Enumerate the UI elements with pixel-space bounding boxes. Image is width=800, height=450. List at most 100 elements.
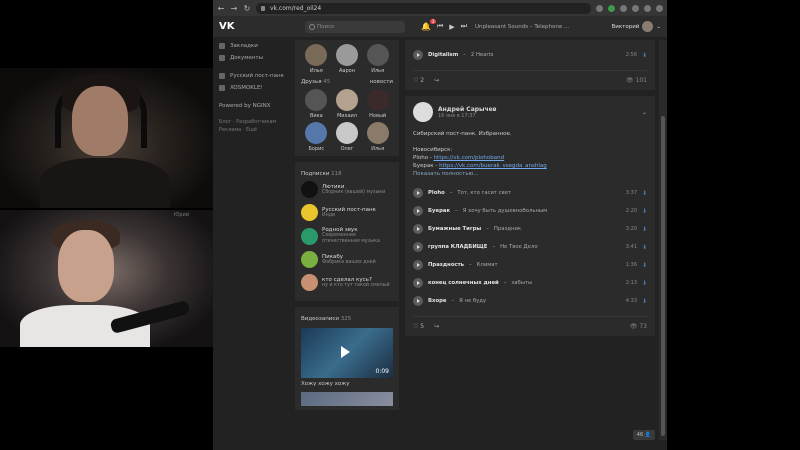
friend-name: Илья bbox=[309, 68, 323, 74]
share-icon[interactable]: ↪ bbox=[434, 77, 439, 84]
extension-icon[interactable] bbox=[620, 4, 627, 12]
post-actions: ♡ 5 ↪ 👁 73 bbox=[413, 316, 647, 330]
post-author[interactable]: Андрей Сарычев bbox=[438, 106, 496, 113]
play-icon[interactable] bbox=[413, 296, 423, 306]
scrollbar-thumb[interactable] bbox=[661, 116, 665, 436]
friend-item[interactable]: Илья bbox=[301, 44, 332, 74]
play-icon[interactable] bbox=[413, 206, 423, 216]
audio-track[interactable]: Ploho – Тот, кто гасит свет 3:37 ⬇ bbox=[413, 184, 647, 202]
download-icon[interactable]: ⬇ bbox=[642, 226, 647, 233]
play-icon[interactable] bbox=[413, 278, 423, 288]
download-icon[interactable]: ⬇ bbox=[642, 190, 647, 197]
user-name: Викторий bbox=[611, 23, 640, 30]
download-icon[interactable]: ⬇ bbox=[642, 280, 647, 287]
chevron-down-icon[interactable]: ⌄ bbox=[642, 109, 647, 116]
friends-section-header[interactable]: Друзья 45 новости bbox=[301, 79, 393, 85]
friend-item[interactable]: Борис bbox=[301, 122, 332, 152]
chevron-down-icon: ⌄ bbox=[656, 23, 661, 30]
wall-post: Андрей Сарычев 16 янв в 17:37 ⌄ Сибирский … bbox=[405, 96, 655, 336]
reload-icon[interactable]: ↻ bbox=[243, 4, 251, 13]
audio-track[interactable]: Digitalism –2 Hearts 2:56 ⬇ bbox=[413, 46, 647, 64]
wall-feed: Digitalism –2 Hearts 2:56 ⬇ ♡ 2 ↪ 👁 101 Андре… bbox=[405, 40, 655, 342]
videos-card: Видеозаписи 325 0:09 Хожу хожу хожу bbox=[295, 307, 399, 410]
audio-track[interactable]: Вхоре – Я не буду 4:33 ⬇ bbox=[413, 292, 647, 310]
video-caption[interactable]: Хожу хожу хожу bbox=[301, 381, 393, 387]
extension-icon[interactable] bbox=[608, 4, 615, 12]
subscription-desc: Сборник (вашей) музыки bbox=[322, 189, 386, 195]
bookmark-star-icon[interactable] bbox=[596, 4, 603, 12]
play-icon[interactable] bbox=[413, 242, 423, 252]
url-input[interactable]: vk.com/red_oil24 bbox=[256, 2, 591, 14]
post-text: Сибирский пост-панк. Избранное. Новосиби… bbox=[413, 130, 647, 178]
download-icon[interactable]: ⬇ bbox=[642, 298, 647, 305]
subscriptions-header[interactable]: Подписки 118 bbox=[301, 171, 393, 177]
show-more-link[interactable]: Показать полностью... bbox=[413, 170, 647, 178]
friend-item[interactable]: Вика bbox=[301, 89, 332, 119]
video-thumbnail[interactable]: 0:09 bbox=[301, 328, 393, 378]
extension-icon[interactable] bbox=[632, 4, 639, 12]
nav-documents[interactable]: Документы bbox=[219, 52, 299, 64]
download-icon[interactable]: ⬇ bbox=[642, 262, 647, 269]
nav-group-xosmokle[interactable]: XOSMOKLE! bbox=[219, 82, 299, 94]
download-icon[interactable]: ⬇ bbox=[642, 244, 647, 251]
audio-track[interactable]: Праздность – Климат 1:36 ⬇ bbox=[413, 256, 647, 274]
download-icon[interactable]: ⬇ bbox=[642, 52, 647, 59]
post-actions: ♡ 2 ↪ 👁 101 bbox=[413, 70, 647, 84]
like-button[interactable]: ♡ 5 bbox=[413, 323, 424, 330]
like-button[interactable]: ♡ 2 bbox=[413, 77, 424, 84]
subscription-item[interactable]: Пикабу Фабрика ваших дней bbox=[301, 251, 393, 268]
forward-icon[interactable]: → bbox=[230, 4, 238, 13]
next-track-icon[interactable]: ⏭ bbox=[461, 22, 467, 31]
play-icon[interactable] bbox=[413, 224, 423, 234]
user-menu[interactable]: Викторий ⌄ bbox=[611, 21, 661, 32]
left-nav: Закладки Документы Русский пост-панк XOS… bbox=[219, 40, 299, 134]
subscriptions-card: Подписки 118 Лютики Сборник (вашей) музык… bbox=[295, 162, 399, 301]
audio-track[interactable]: конец солнечных дней – забыты 2:13 ⬇ bbox=[413, 274, 647, 292]
friend-item[interactable]: Михаил bbox=[332, 89, 363, 119]
play-icon[interactable] bbox=[413, 188, 423, 198]
video-thumbnail[interactable] bbox=[301, 392, 393, 406]
subscription-item[interactable]: Русский пост-панк Инди bbox=[301, 204, 393, 221]
subscription-item[interactable]: Лютики Сборник (вашей) музыки bbox=[301, 181, 393, 198]
avatar bbox=[301, 204, 318, 221]
back-icon[interactable]: ← bbox=[217, 4, 225, 13]
extension-icon[interactable] bbox=[644, 4, 651, 12]
nav-bookmarks[interactable]: Закладки bbox=[219, 40, 299, 52]
videos-header[interactable]: Видеозаписи 325 bbox=[301, 316, 393, 322]
play-icon[interactable]: ▶ bbox=[449, 23, 454, 31]
prev-track-icon[interactable]: ⏮ bbox=[437, 22, 443, 31]
bell-icon[interactable]: 🔔 3 bbox=[421, 19, 436, 31]
profile-icon[interactable] bbox=[656, 4, 663, 12]
play-icon[interactable] bbox=[413, 260, 423, 270]
subscription-item[interactable]: кто сделал кусь? ну и кто тут такой смелы… bbox=[301, 274, 393, 291]
link[interactable]: https://vk.com/plohoband bbox=[434, 155, 505, 161]
now-playing[interactable]: Unpleasant Sounds – Telephone ... bbox=[475, 24, 575, 30]
video-duration: 0:09 bbox=[375, 368, 389, 375]
nav-group-postpunk[interactable]: Русский пост-панк bbox=[219, 70, 299, 82]
bookmark-icon bbox=[219, 43, 225, 49]
friends-top-grid: Илья Аарон Илья bbox=[301, 44, 393, 74]
friend-item[interactable]: Илья bbox=[362, 44, 393, 74]
vk-logo[interactable]: VK bbox=[219, 21, 241, 32]
post-date[interactable]: 16 янв в 17:37 bbox=[438, 113, 496, 119]
webcam-bottom bbox=[0, 210, 213, 347]
share-icon[interactable]: ↪ bbox=[434, 323, 439, 330]
scrollbar[interactable] bbox=[659, 40, 667, 440]
friend-item[interactable]: Новый bbox=[362, 89, 393, 119]
audio-track[interactable]: группа КЛАДБИЩЕ – Не Твое Дело 3:41 ⬇ bbox=[413, 238, 647, 256]
link[interactable]: https://vk.com/buerak_vsegda_anshlag bbox=[439, 163, 547, 169]
subscription-item[interactable]: Родной звук Современная отечественная муз… bbox=[301, 227, 393, 245]
friend-item[interactable]: Аарон bbox=[332, 44, 363, 74]
avatar bbox=[305, 89, 328, 111]
download-icon[interactable]: ⬇ bbox=[642, 208, 647, 215]
audio-track[interactable]: Бумажные Тигры – Праздник 3:20 ⬇ bbox=[413, 220, 647, 238]
views-count: 👁 101 bbox=[626, 77, 647, 84]
play-icon[interactable] bbox=[413, 50, 423, 60]
audio-track[interactable]: Буерак – Я хочу быть душевнобольным 2:20 ⬇ bbox=[413, 202, 647, 220]
chat-badge[interactable]: 46 👤 bbox=[632, 430, 655, 440]
friend-item[interactable]: Илья bbox=[362, 122, 393, 152]
search-input[interactable]: Поиск bbox=[305, 20, 405, 33]
friend-item[interactable]: Олег bbox=[332, 122, 363, 152]
avatar bbox=[305, 122, 328, 144]
avatar[interactable] bbox=[413, 102, 433, 122]
